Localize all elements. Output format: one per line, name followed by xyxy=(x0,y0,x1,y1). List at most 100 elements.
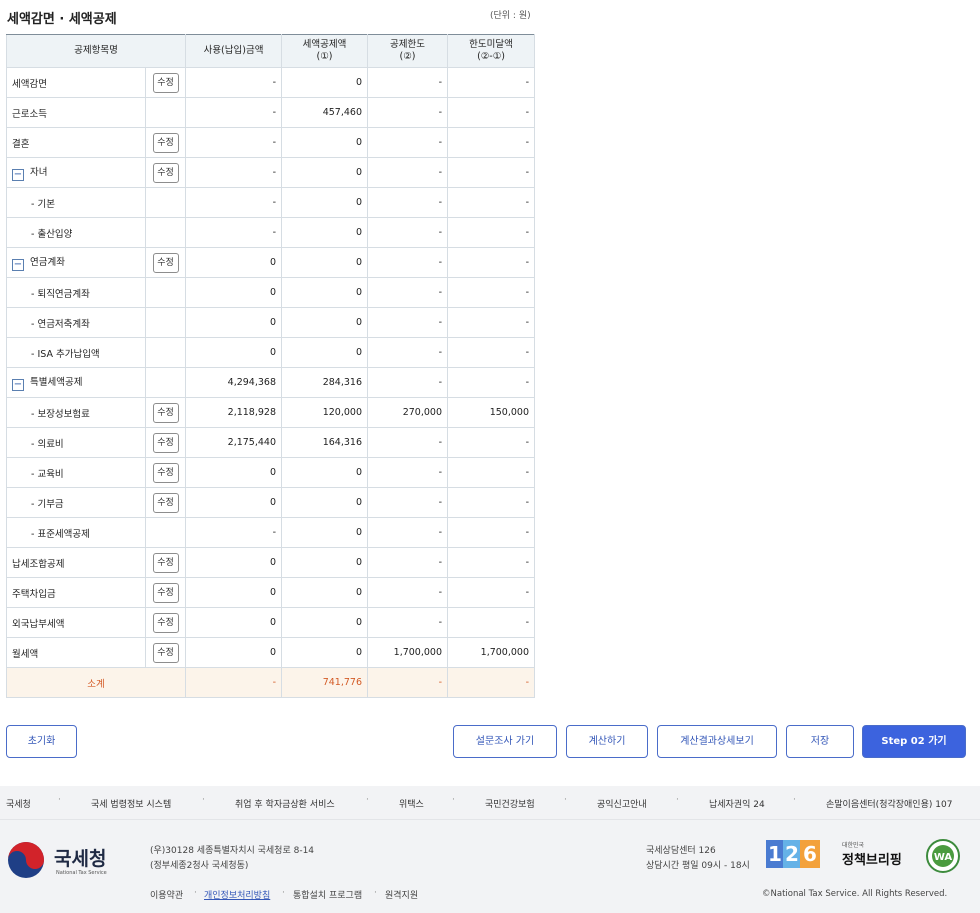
reset-button[interactable]: 초기화 xyxy=(6,725,77,758)
link-wetax[interactable]: 위택스 xyxy=(399,797,424,810)
item-name: - 보장성보험료 xyxy=(31,408,90,420)
footer-link-privacy[interactable]: 개인정보처리방침 xyxy=(204,888,270,901)
edit-button[interactable]: 수정 xyxy=(152,432,179,453)
related-links-bar: 국세청 · 국세 법령정보 시스템 · 취업 후 학자금상환 서비스 · 위택스… xyxy=(0,786,980,819)
separator-dot: · xyxy=(374,888,377,898)
action-cell: 수정 xyxy=(144,577,187,608)
shortfall-amount-cell: - xyxy=(447,427,536,458)
shortfall-amount-cell: - xyxy=(447,247,536,278)
col-header-limit: 공제한도 (②) xyxy=(367,34,449,68)
item-name: 월세액 xyxy=(12,648,39,660)
action-cell xyxy=(144,367,187,398)
credit-amount-cell: 0 xyxy=(281,217,369,248)
separator-dot: · xyxy=(452,795,455,805)
footer-link-terms[interactable]: 이용약관 xyxy=(150,888,183,901)
credit-amount-cell: 0 xyxy=(281,487,369,518)
link-health-insurance[interactable]: 국민건강보험 xyxy=(485,797,535,810)
item-name-cell: - 기부금 xyxy=(6,487,146,518)
table-row: − 특별세액공제 4,294,368 284,316- - xyxy=(6,367,536,398)
logo-text: 국세청 xyxy=(54,848,107,870)
item-name: 연금계좌 xyxy=(30,257,65,268)
edit-button[interactable]: 수정 xyxy=(152,492,179,513)
edit-button[interactable]: 수정 xyxy=(152,612,179,633)
collapse-toggle-icon[interactable]: − xyxy=(12,169,24,181)
table-row: - 퇴직연금계좌 0 0- - xyxy=(6,277,536,308)
link-law-system[interactable]: 국세 법령정보 시스템 xyxy=(91,797,171,810)
action-cell: 수정 xyxy=(144,427,187,458)
limit-amount-cell: - xyxy=(367,547,449,578)
credit-amount-cell: 0 xyxy=(281,247,369,278)
edit-button[interactable]: 수정 xyxy=(152,642,179,663)
table-row: − 연금계좌 수정 0 0- - xyxy=(6,247,536,278)
item-name-cell: 외국납부세액 xyxy=(6,607,146,638)
edit-button[interactable]: 수정 xyxy=(152,402,179,423)
credit-amount-cell: 0 xyxy=(281,277,369,308)
save-button[interactable]: 저장 xyxy=(786,725,854,758)
tax-credit-table: 공제항목명 사용(납입)금액 세액공제액 (①) 공제한도 (②) 한도미달액 (②-… xyxy=(5,34,536,698)
nts-logo[interactable] xyxy=(6,840,46,883)
item-name-cell: 월세액 xyxy=(6,637,146,668)
item-name-cell: - 교육비 xyxy=(6,457,146,488)
link-nts[interactable]: 국세청 xyxy=(6,797,31,810)
edit-button[interactable]: 수정 xyxy=(152,552,179,573)
separator-dot: · xyxy=(202,795,205,805)
item-name: - 기부금 xyxy=(31,498,64,510)
item-name-cell: - ISA 추가납입액 xyxy=(6,337,146,368)
item-name: 세액감면 xyxy=(12,78,47,90)
used-amount-cell: 0 xyxy=(185,457,283,488)
shortfall-amount-cell: - xyxy=(447,577,536,608)
edit-button[interactable]: 수정 xyxy=(152,162,179,183)
edit-button[interactable]: 수정 xyxy=(152,72,179,93)
collapse-toggle-icon[interactable]: − xyxy=(12,259,24,271)
collapse-toggle-icon[interactable]: − xyxy=(12,379,24,391)
separator-dot: · xyxy=(793,795,796,805)
item-name: 근로소득 xyxy=(12,108,47,120)
separator-dot: · xyxy=(366,795,369,805)
limit-amount-cell: - xyxy=(367,487,449,518)
table-row: 세액감면 수정 -0- - xyxy=(6,67,536,98)
action-cell: 수정 xyxy=(144,607,187,638)
call-center-hours: 상담시간 평일 09시 - 18시 xyxy=(646,861,750,871)
link-relay-center[interactable]: 손말이음센터(청각장애인용) 107 xyxy=(826,797,952,810)
edit-button[interactable]: 수정 xyxy=(152,582,179,603)
credit-amount-cell: 0 xyxy=(281,67,369,98)
policy-briefing-logo[interactable]: 정책브리핑 xyxy=(842,849,902,868)
item-name: 자녀 xyxy=(30,167,48,178)
used-amount-cell: - xyxy=(185,127,283,158)
next-step-button[interactable]: Step 02 가기 xyxy=(862,725,966,758)
site-footer: 국세청 National Tax Service (우)30128 세종특별자치… xyxy=(0,819,980,913)
table-header-row: 공제항목명 사용(납입)금액 세액공제액 (①) 공제한도 (②) 한도미달액 (②-… xyxy=(5,34,536,68)
table-row: 주택차입금 수정 0 0- - xyxy=(6,577,536,608)
shortfall-amount-cell: - xyxy=(447,367,536,398)
footer-link-install[interactable]: 통합설치 프로그램 xyxy=(293,888,362,901)
section-title: 세액감면 · 세액공제 xyxy=(7,12,117,27)
survey-button[interactable]: 설문조사 가기 xyxy=(453,725,557,758)
used-amount-cell: 0 xyxy=(185,637,283,668)
edit-button[interactable]: 수정 xyxy=(152,132,179,153)
item-name: 외국납부세액 xyxy=(12,618,65,630)
table-row: - 연금저축계좌 0 0- - xyxy=(6,307,536,338)
limit-amount-cell: - xyxy=(367,607,449,638)
copyright: ©National Tax Service. All Rights Reserv… xyxy=(762,889,948,899)
badge-126[interactable]: 1 2 6 xyxy=(766,840,820,868)
used-amount-cell: - xyxy=(185,517,283,548)
link-student-loan[interactable]: 취업 후 학자금상환 서비스 xyxy=(235,797,335,810)
edit-button[interactable]: 수정 xyxy=(152,252,179,273)
shortfall-amount-cell: - xyxy=(447,457,536,488)
web-accessibility-mark[interactable]: WA xyxy=(920,838,966,877)
item-name: - 퇴직연금계좌 xyxy=(31,288,90,300)
limit-amount-cell: - xyxy=(367,247,449,278)
link-public-report[interactable]: 공익신고안내 xyxy=(597,797,647,810)
used-amount-cell: - xyxy=(185,187,283,218)
result-detail-button[interactable]: 계산결과상세보기 xyxy=(657,725,777,758)
action-cell: 수정 xyxy=(144,127,187,158)
edit-button[interactable]: 수정 xyxy=(152,462,179,483)
shortfall-amount-cell: - xyxy=(447,97,536,128)
link-taxpayer-rights[interactable]: 납세자권익 24 xyxy=(709,797,765,810)
shortfall-amount-cell: 150,000 xyxy=(447,397,536,428)
limit-amount-cell: 1,700,000 xyxy=(367,637,449,668)
calculate-button[interactable]: 계산하기 xyxy=(566,725,648,758)
footer-link-remote[interactable]: 원격지원 xyxy=(385,888,418,901)
col-header-credit: 세액공제액 (①) xyxy=(281,34,369,68)
item-name-cell: - 연금저축계좌 xyxy=(6,307,146,338)
